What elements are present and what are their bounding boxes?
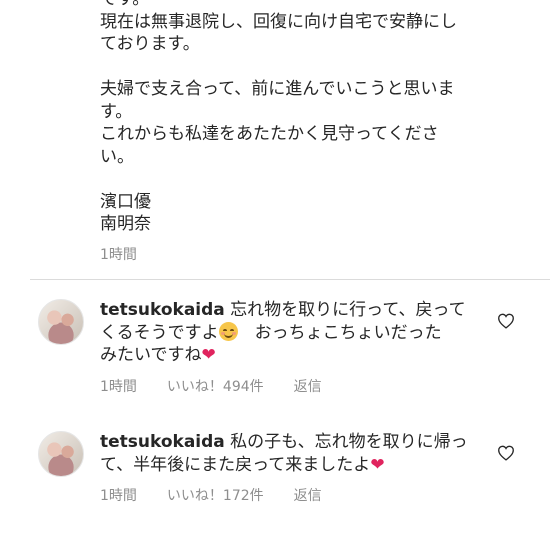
caption-signature: 濱口優 [100, 191, 151, 212]
heart-emoji-icon: ❤ [201, 345, 216, 365]
comment-meta: 1時間 いいね！494件 返信 [100, 376, 352, 396]
like-heart-icon[interactable] [497, 445, 515, 461]
comment-body: 忘れ物を取りに行って、戻って [224, 300, 466, 320]
heart-emoji-icon: ❤ [370, 454, 385, 475]
comment-body: みたいですね [100, 345, 202, 365]
like-heart-icon[interactable] [497, 313, 515, 329]
comment-username[interactable]: tetsukokaida [100, 300, 225, 320]
reply-button[interactable]: 返信 [294, 379, 322, 395]
post-caption: です。 現在は無事退院し、回復に向け自宅で安静にし ております。 夫婦で支え合っ… [100, 0, 520, 236]
comment-meta: 1時間 いいね！172件 返信 [100, 485, 352, 505]
avatar[interactable] [38, 299, 84, 345]
comment-username[interactable]: tetsukokaida [100, 432, 225, 452]
caption-line: す。 [100, 101, 133, 122]
caption-line: 夫婦で支え合って、前に進んでいこうと思いま [100, 79, 455, 99]
divider [30, 279, 550, 280]
comment-timestamp[interactable]: 1時間 [100, 379, 137, 395]
reply-button[interactable]: 返信 [294, 488, 322, 504]
caption-line: ております。 [100, 34, 200, 54]
caption-line: い。 [100, 146, 134, 167]
comment-body: おっちょこちょいだった [237, 322, 442, 343]
avatar[interactable] [38, 431, 84, 477]
comment-text: tetsukokaida 私の子も、忘れ物を取りに帰っ て、半年後にまた戻って来… [100, 431, 490, 476]
post-timestamp[interactable]: 1時間 [100, 244, 137, 264]
comment-text: tetsukokaida 忘れ物を取りに行って、戻って くるそうですよ おっちょ… [100, 299, 490, 367]
caption-line: 現在は無事退院し、回復に向け自宅で安静にし [100, 11, 457, 32]
comment-body: くるそうですよ [100, 322, 219, 343]
comment-body: 私の子も、忘れ物を取りに帰っ [224, 432, 468, 452]
smiling-face-icon [218, 321, 238, 341]
comment-like-count[interactable]: いいね！172件 [167, 488, 264, 504]
comment-timestamp[interactable]: 1時間 [100, 488, 137, 504]
comment-body: て、半年後にまた戻って来ましたよ [100, 454, 371, 475]
caption-line: です。 [100, 0, 520, 11]
comment-like-count[interactable]: いいね！494件 [167, 379, 264, 395]
caption-line: これからも私達をあたたかく見守ってくださ [100, 124, 439, 144]
caption-signature: 南明奈 [100, 214, 151, 234]
